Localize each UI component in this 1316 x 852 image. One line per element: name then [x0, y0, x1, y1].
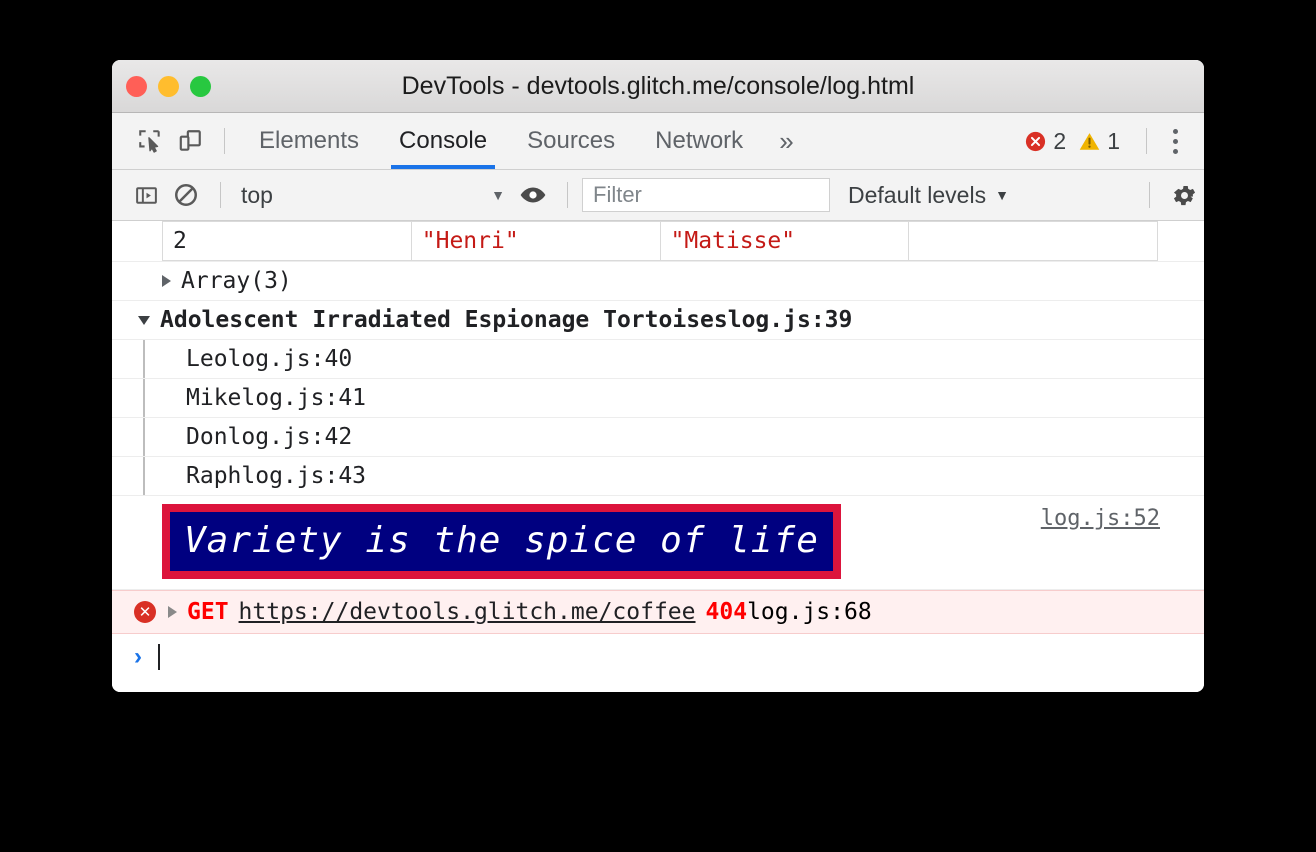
- execution-context-value: top: [241, 182, 273, 209]
- warning-triangle-icon: [1078, 130, 1101, 153]
- panel-tabs: Elements Console Sources Network »: [239, 113, 810, 169]
- request-method: GET: [187, 599, 229, 625]
- screenshot-stage: DevTools - devtools.glitch.me/console/lo…: [0, 0, 1316, 852]
- group-indent-guide: [143, 379, 145, 417]
- console-toolbar-right: [1135, 175, 1204, 215]
- table-row[interactable]: 2 "Henri" "Matisse": [163, 222, 1158, 261]
- table-cell-last: "Matisse": [660, 222, 909, 261]
- group-indent-guide: [143, 418, 145, 456]
- array-preview-row[interactable]: Array(3): [112, 262, 1204, 301]
- console-group-item-label: Leo: [186, 346, 228, 372]
- zoom-button[interactable]: [190, 76, 211, 97]
- window-title: DevTools - devtools.glitch.me/console/lo…: [112, 72, 1204, 101]
- console-group-item[interactable]: Leo log.js:40: [112, 340, 1204, 379]
- warning-count: 1: [1107, 128, 1120, 155]
- traffic-lights: [126, 76, 211, 97]
- console-group-item-label: Mike: [186, 385, 241, 411]
- prompt-chevron-icon: ›: [134, 643, 142, 671]
- tab-elements[interactable]: Elements: [239, 113, 379, 169]
- styled-message-text: Variety is the spice of life: [162, 504, 841, 579]
- source-link[interactable]: log.js:42: [228, 424, 353, 450]
- error-count-badge[interactable]: 2: [1024, 128, 1066, 155]
- console-toolbar-divider-2: [567, 182, 568, 208]
- console-toolbar-divider-3: [1149, 182, 1150, 208]
- error-count: 2: [1053, 128, 1066, 155]
- error-circle-icon: ✕: [134, 601, 156, 623]
- gear-icon[interactable]: [1164, 175, 1204, 215]
- console-table-message[interactable]: 2 "Henri" "Matisse": [112, 221, 1204, 262]
- window-titlebar: DevTools - devtools.glitch.me/console/lo…: [112, 60, 1204, 113]
- tab-network[interactable]: Network: [635, 113, 763, 169]
- table-cell-extra: [909, 222, 1158, 261]
- devtools-window: DevTools - devtools.glitch.me/console/lo…: [112, 60, 1204, 692]
- live-expression-eye-icon[interactable]: [513, 175, 553, 215]
- request-url-link[interactable]: https://devtools.glitch.me/coffee: [239, 599, 696, 625]
- log-levels-label: Default levels: [848, 182, 986, 209]
- source-link[interactable]: log.js:52: [1041, 506, 1160, 531]
- styled-console-message[interactable]: Variety is the spice of life log.js:52: [112, 496, 1204, 590]
- console-group-item-label: Raph: [186, 463, 241, 489]
- log-levels-selector[interactable]: Default levels ▼: [848, 182, 1009, 209]
- source-link[interactable]: log.js:41: [241, 385, 366, 411]
- console-message-list[interactable]: 2 "Henri" "Matisse" Array(3) Adolescent …: [112, 221, 1204, 692]
- source-link[interactable]: log.js:39: [728, 307, 853, 333]
- console-toolbar-divider-1: [220, 182, 221, 208]
- status-divider: [1146, 128, 1147, 154]
- console-sidebar-icon[interactable]: [126, 175, 166, 215]
- chevron-right-icon[interactable]: [168, 606, 177, 618]
- group-indent-guide: [143, 457, 145, 495]
- console-toolbar: top ▼ Filter Default levels ▼: [112, 170, 1204, 221]
- toolbar-divider: [224, 128, 225, 154]
- kebab-menu-icon[interactable]: [1161, 123, 1190, 160]
- table-cell-first: "Henri": [411, 222, 660, 261]
- source-link[interactable]: log.js:68: [747, 599, 872, 625]
- request-status-code: 404: [706, 599, 748, 625]
- minimize-button[interactable]: [158, 76, 179, 97]
- execution-context-selector[interactable]: top ▼: [235, 182, 513, 209]
- close-button[interactable]: [126, 76, 147, 97]
- console-group-item-label: Don: [186, 424, 228, 450]
- console-group-item[interactable]: Don log.js:42: [112, 418, 1204, 457]
- console-table: 2 "Henri" "Matisse": [162, 221, 1158, 261]
- tab-console[interactable]: Console: [379, 113, 507, 169]
- console-prompt[interactable]: ›: [112, 634, 1204, 680]
- chevron-down-icon: ▼: [995, 187, 1009, 203]
- text-caret: [158, 644, 160, 670]
- group-indent-guide: [143, 340, 145, 378]
- chevron-right-icon[interactable]: [162, 275, 171, 287]
- more-tabs-icon[interactable]: »: [763, 113, 809, 169]
- source-link[interactable]: log.js:40: [228, 346, 353, 372]
- warning-count-badge[interactable]: 1: [1078, 128, 1120, 155]
- filter-input[interactable]: Filter: [582, 178, 830, 212]
- tabbar-status-area: 2 1: [1024, 123, 1204, 160]
- console-group-item[interactable]: Mike log.js:41: [112, 379, 1204, 418]
- console-group-item[interactable]: Raph log.js:43: [112, 457, 1204, 496]
- error-circle-icon: [1024, 130, 1047, 153]
- source-link[interactable]: log.js:43: [241, 463, 366, 489]
- console-error-message[interactable]: ✕ GET https://devtools.glitch.me/coffee …: [112, 590, 1204, 634]
- clear-console-icon[interactable]: [166, 175, 206, 215]
- inspect-element-icon[interactable]: [130, 121, 170, 161]
- devtools-tabbar: Elements Console Sources Network » 2: [112, 113, 1204, 170]
- console-group-header[interactable]: Adolescent Irradiated Espionage Tortoise…: [112, 301, 1204, 340]
- chevron-down-icon[interactable]: [138, 316, 150, 325]
- tab-sources[interactable]: Sources: [507, 113, 635, 169]
- console-group-title: Adolescent Irradiated Espionage Tortoise…: [160, 307, 728, 333]
- chevron-down-icon: ▼: [491, 187, 513, 203]
- device-toolbar-icon[interactable]: [170, 121, 210, 161]
- table-cell-index: 2: [163, 222, 412, 261]
- array-label: Array(3): [181, 268, 292, 294]
